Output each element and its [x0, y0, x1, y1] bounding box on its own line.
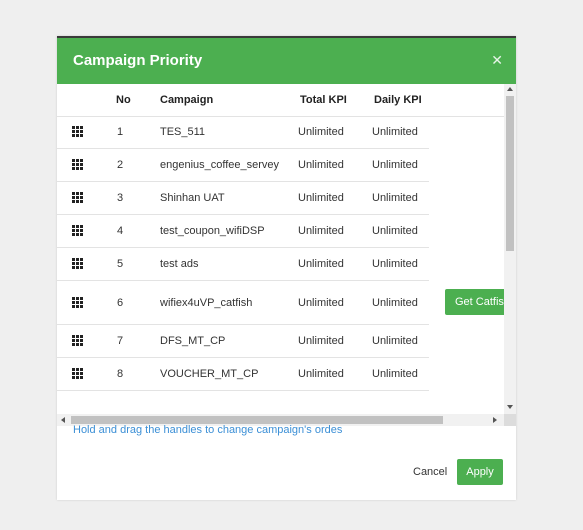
cancel-button[interactable]: Cancel: [413, 466, 447, 478]
header-total-kpi: Total KPI: [300, 94, 347, 106]
header-daily-kpi: Daily KPI: [374, 94, 422, 106]
row-total-kpi: Unlimited: [298, 297, 344, 309]
row-campaign: test_coupon_wifiDSP: [160, 225, 265, 237]
scroll-down-icon[interactable]: [507, 405, 513, 409]
horizontal-scroll-thumb[interactable]: [71, 416, 443, 424]
scroll-right-icon[interactable]: [493, 417, 497, 423]
row-campaign: Shinhan UAT: [160, 192, 225, 204]
modal-header: Campaign Priority ✕: [57, 38, 516, 84]
row-daily-kpi: Unlimited: [372, 225, 418, 237]
row-daily-kpi: Unlimited: [372, 192, 418, 204]
table-row: 3 Shinhan UAT Unlimited Unlimited: [57, 182, 505, 215]
row-daily-kpi: Unlimited: [372, 297, 418, 309]
row-campaign: test ads: [160, 258, 199, 270]
row-campaign: engenius_coffee_servey: [160, 159, 280, 171]
table-row: 7 DFS_MT_CP Unlimited Unlimited: [57, 325, 505, 358]
vertical-scrollbar[interactable]: [504, 84, 516, 414]
scrollbar-corner: [504, 414, 516, 426]
apply-button[interactable]: Apply: [457, 459, 503, 485]
row-no: 5: [117, 258, 124, 270]
table-row: 5 test ads Unlimited Unlimited: [57, 248, 505, 281]
scroll-up-icon[interactable]: [507, 87, 513, 91]
row-total-kpi: Unlimited: [298, 192, 344, 204]
row-total-kpi: Unlimited: [298, 225, 344, 237]
row-no: 8: [117, 368, 124, 380]
table-header: No Campaign Total KPI Daily KPI: [57, 84, 505, 117]
drag-handle-icon[interactable]: [72, 192, 84, 204]
drag-handle-icon[interactable]: [72, 258, 84, 270]
row-total-kpi: Unlimited: [298, 368, 344, 380]
row-campaign: wifiex4uVP_catfish: [160, 297, 253, 309]
row-no: 3: [117, 192, 124, 204]
campaign-priority-modal: Campaign Priority ✕ No Campaign Total KP…: [57, 36, 516, 500]
modal-title: Campaign Priority: [73, 52, 203, 69]
header-campaign: Campaign: [160, 94, 214, 106]
campaign-table: No Campaign Total KPI Daily KPI 1 TES_51…: [57, 84, 516, 426]
scroll-left-icon[interactable]: [61, 417, 65, 423]
row-daily-kpi: Unlimited: [372, 159, 418, 171]
vertical-scroll-thumb[interactable]: [506, 96, 514, 251]
row-campaign: VOUCHER_MT_CP: [160, 368, 259, 380]
drag-hint-text: Hold and drag the handles to change camp…: [73, 424, 343, 436]
drag-handle-icon[interactable]: [72, 225, 84, 237]
drag-handle-icon[interactable]: [72, 297, 84, 309]
row-no: 4: [117, 225, 124, 237]
row-no: 6: [117, 297, 124, 309]
row-daily-kpi: Unlimited: [372, 258, 418, 270]
row-total-kpi: Unlimited: [298, 335, 344, 347]
table-row: 2 engenius_coffee_servey Unlimited Unlim…: [57, 149, 505, 182]
drag-handle-icon[interactable]: [72, 335, 84, 347]
table-row: 6 wifiex4uVP_catfish Unlimited Unlimited…: [57, 281, 515, 325]
table-row: 4 test_coupon_wifiDSP Unlimited Unlimite…: [57, 215, 505, 248]
row-campaign: TES_511: [160, 126, 206, 138]
table-row: 1 TES_511 Unlimited Unlimited: [57, 116, 505, 149]
table-row: 8 VOUCHER_MT_CP Unlimited Unlimited: [57, 358, 505, 391]
row-total-kpi: Unlimited: [298, 159, 344, 171]
row-no: 7: [117, 335, 124, 347]
row-total-kpi: Unlimited: [298, 258, 344, 270]
row-daily-kpi: Unlimited: [372, 126, 418, 138]
row-no: 2: [117, 159, 124, 171]
drag-handle-icon[interactable]: [72, 159, 84, 171]
row-no: 1: [117, 126, 124, 138]
drag-handle-icon[interactable]: [72, 368, 84, 380]
row-daily-kpi: Unlimited: [372, 335, 418, 347]
close-icon[interactable]: ✕: [491, 52, 503, 68]
header-no: No: [116, 94, 131, 106]
row-campaign: DFS_MT_CP: [160, 335, 226, 347]
row-daily-kpi: Unlimited: [372, 368, 418, 380]
row-total-kpi: Unlimited: [298, 126, 344, 138]
drag-handle-icon[interactable]: [72, 126, 84, 138]
